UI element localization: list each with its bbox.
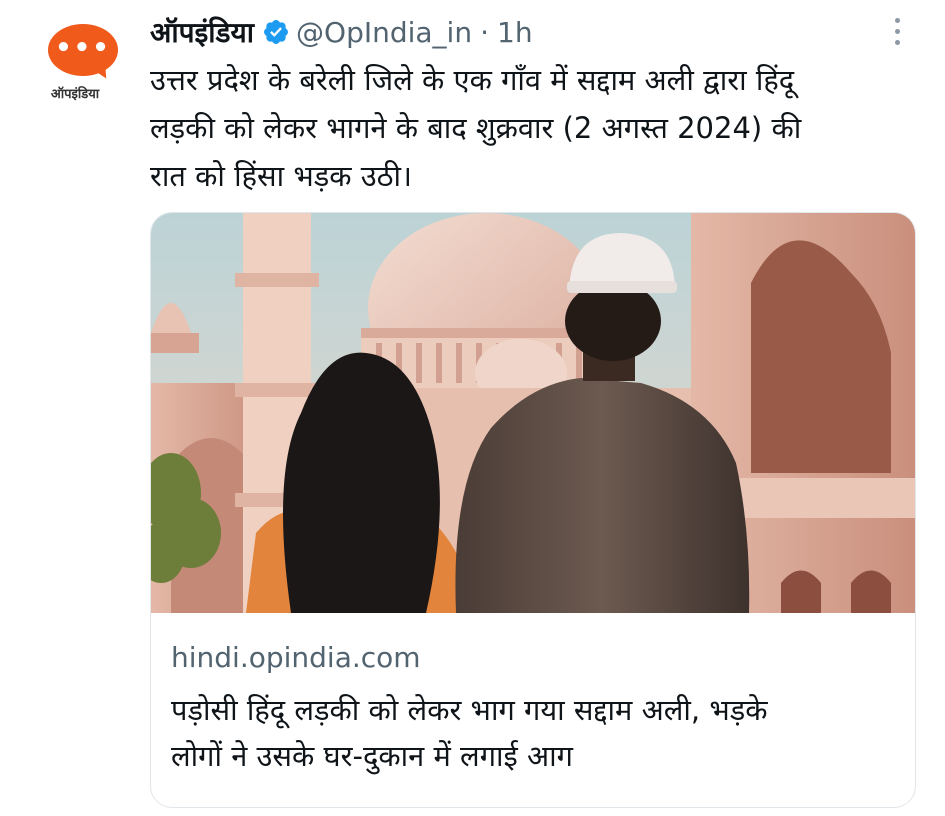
card-domain[interactable]: hindi.opindia.com [171,641,421,674]
more-vertical-icon[interactable] [890,18,904,52]
verified-badge-icon [264,20,288,44]
tweet-text: उत्तर प्रदेश के बरेली जिले के एक गाँव मे… [150,56,930,200]
handle[interactable]: @OpIndia_in [296,16,472,49]
mosque-couple-illustration [151,213,915,613]
card-title-line: पड़ोसी हिंदू लड़की को लेकर भाग गया सद्दा… [171,693,768,727]
display-name[interactable]: ऑपइंडिया [150,13,254,51]
card-title-line: लोगों ने उसके घर-दुकान में लगाई आग [171,739,573,773]
timestamp[interactable]: 1h [497,16,533,49]
avatar[interactable]: ••• ऑपइंडिया [36,22,118,102]
link-card[interactable]: hindi.opindia.com पड़ोसी हिंदू लड़की को … [150,212,916,808]
avatar-label: ऑपइंडिया [50,87,100,102]
opindia-logo-icon: ••• [44,22,118,82]
separator: · [480,15,489,49]
tweet-text-line: उत्तर प्रदेश के बरेली जिले के एक गाँव मे… [150,63,795,97]
tweet-text-line: लड़की को लेकर भागने के बाद शुक्रवार (2 अ… [150,111,802,145]
tweet-text-line: रात को हिंसा भड़क उठी। [150,159,413,193]
tweet-header: ऑपइंडिया @OpIndia_in · 1h [150,12,533,52]
card-image[interactable] [151,213,915,613]
card-title[interactable]: पड़ोसी हिंदू लड़की को लेकर भाग गया सद्दा… [171,687,901,779]
